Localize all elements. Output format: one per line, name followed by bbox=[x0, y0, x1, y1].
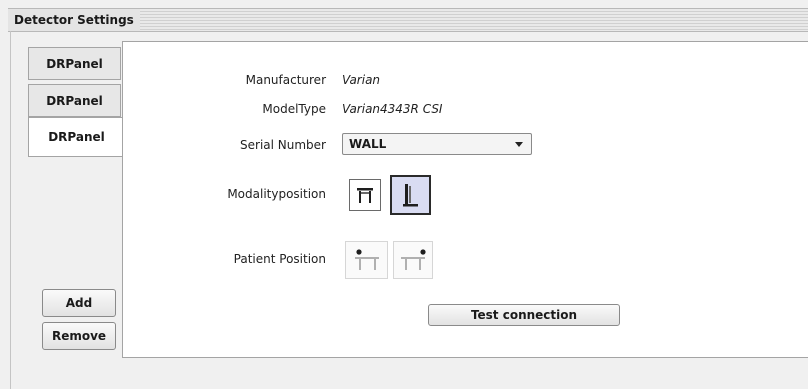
patient-head-left-icon bbox=[354, 249, 379, 270]
serial-number-value: WALL bbox=[349, 137, 387, 151]
patient-head-right-icon bbox=[401, 249, 426, 270]
remove-button[interactable]: Remove bbox=[42, 322, 116, 350]
manufacturer-label: Manufacturer bbox=[245, 73, 326, 87]
panel-titlebar: Detector Settings bbox=[8, 8, 808, 32]
serial-number-select[interactable]: WALL bbox=[342, 133, 532, 155]
patient-head-right-button[interactable] bbox=[393, 241, 433, 279]
manufacturer-value: Varian bbox=[342, 73, 381, 87]
wall-detector-icon bbox=[402, 184, 418, 207]
modality-wall-button[interactable] bbox=[390, 175, 431, 215]
panel-title: Detector Settings bbox=[8, 9, 140, 31]
modality-table-button[interactable] bbox=[349, 179, 381, 211]
model-type-value: Varian4343R CSI bbox=[342, 102, 443, 116]
patient-head-left-button[interactable] bbox=[345, 241, 388, 279]
model-type-label: ModelType bbox=[262, 102, 326, 116]
chevron-down-icon bbox=[515, 142, 523, 147]
table-detector-icon bbox=[357, 188, 373, 203]
serial-number-label: Serial Number bbox=[240, 138, 326, 152]
tab-drpanel-3[interactable]: DRPanel bbox=[28, 117, 124, 157]
add-button[interactable]: Add bbox=[42, 289, 116, 317]
test-connection-button[interactable]: Test connection bbox=[428, 304, 620, 326]
tab-drpanel-1[interactable]: DRPanel bbox=[28, 47, 121, 80]
patient-position-label: Patient Position bbox=[233, 252, 326, 266]
modality-position-label: Modalityposition bbox=[227, 187, 326, 201]
tab-drpanel-2[interactable]: DRPanel bbox=[28, 84, 121, 117]
